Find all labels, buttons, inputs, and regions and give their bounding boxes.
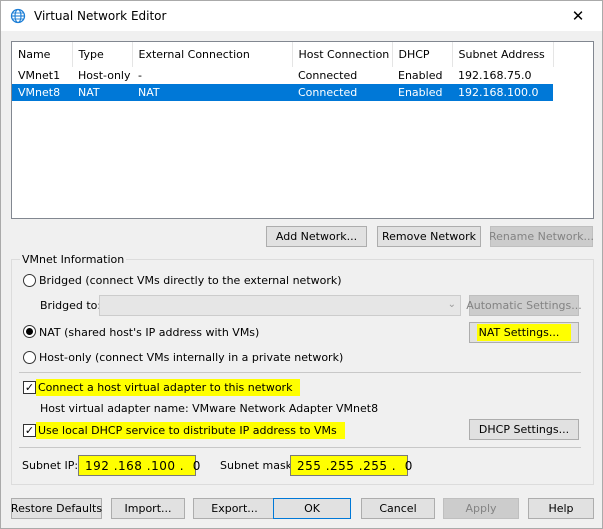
network-row-vmnet1[interactable]: VMnet1 Host-only - Connected Enabled 192… [12, 67, 553, 84]
use-dhcp-checkbox[interactable]: ✓ [23, 424, 36, 437]
network-globe-icon [10, 8, 26, 24]
cell-name: VMnet1 [18, 69, 61, 82]
bridged-label[interactable]: Bridged (connect VMs directly to the ext… [39, 274, 342, 287]
separator [19, 447, 581, 448]
chevron-down-icon: ⌄ [447, 299, 456, 310]
restore-defaults-button[interactable]: Restore Defaults [11, 498, 102, 519]
column-header-type[interactable]: Type [72, 42, 133, 67]
nat-settings-button[interactable]: NAT Settings... [469, 322, 579, 343]
use-dhcp-label[interactable]: Use local DHCP service to distribute IP … [36, 422, 345, 439]
cell-type: NAT [72, 84, 132, 101]
network-row-vmnet8[interactable]: VMnet8 NAT NAT Connected Enabled 192.168… [12, 84, 553, 101]
export-button[interactable]: Export... [193, 498, 276, 519]
cell-dhcp: Enabled [398, 69, 443, 82]
add-network-button[interactable]: Add Network... [266, 226, 367, 247]
separator [19, 372, 581, 373]
remove-network-button[interactable]: Remove Network [377, 226, 481, 247]
cell-external: - [138, 69, 142, 82]
window-title: Virtual Network Editor [34, 9, 167, 23]
host-only-radio[interactable] [23, 351, 36, 364]
column-header-host-connection[interactable]: Host Connection [292, 42, 393, 67]
subnet-ip-input[interactable]: 192 .168 .100 . 0 [78, 455, 200, 476]
cell-name: VMnet8 [12, 84, 72, 101]
network-list[interactable]: Name Type External Connection Host Conne… [11, 41, 594, 219]
column-header-external-connection[interactable]: External Connection [132, 42, 293, 67]
nat-label[interactable]: NAT (shared host's IP address with VMs) [39, 326, 259, 339]
cancel-button[interactable]: Cancel [361, 498, 435, 519]
bridged-radio[interactable] [23, 274, 36, 287]
cell-subnet: 192.168.75.0 [458, 69, 532, 82]
apply-button[interactable]: Apply [443, 498, 519, 519]
cell-host: Connected [298, 69, 358, 82]
cell-subnet: 192.168.100.0 [452, 84, 553, 101]
close-icon: ✕ [571, 7, 585, 25]
column-header-name[interactable]: Name [12, 42, 73, 67]
adapter-name-text: Host virtual adapter name: VMware Networ… [40, 402, 379, 415]
dhcp-settings-button[interactable]: DHCP Settings... [469, 419, 579, 440]
cell-type: Host-only [78, 69, 131, 82]
help-button[interactable]: Help [528, 498, 594, 519]
automatic-settings-button[interactable]: Automatic Settings... [466, 295, 582, 316]
connect-adapter-label[interactable]: Connect a host virtual adapter to this n… [36, 379, 301, 396]
close-button[interactable]: ✕ [556, 1, 600, 31]
host-only-label[interactable]: Host-only (connect VMs internally in a p… [39, 351, 343, 364]
virtual-network-editor-window: Virtual Network Editor ✕ Name Type Exter… [0, 0, 603, 529]
ok-button[interactable]: OK [273, 498, 351, 519]
connect-adapter-checkbox[interactable]: ✓ [23, 381, 36, 394]
bridged-to-select[interactable]: ⌄ [99, 295, 461, 316]
nat-radio[interactable] [23, 325, 36, 338]
nat-settings-label: NAT Settings... [476, 324, 572, 341]
column-header-dhcp[interactable]: DHCP [392, 42, 453, 67]
column-header-subnet-address[interactable]: Subnet Address [452, 42, 554, 67]
cell-host: Connected [292, 84, 392, 101]
rename-network-button[interactable]: Rename Network... [489, 226, 594, 247]
list-header-row: Name Type External Connection Host Conne… [12, 42, 554, 67]
title-bar: Virtual Network Editor ✕ [1, 1, 602, 31]
import-button[interactable]: Import... [111, 498, 185, 519]
subnet-mask-input[interactable]: 255 .255 .255 . 0 [290, 455, 412, 476]
subnet-ip-label: Subnet IP: [22, 459, 79, 472]
subnet-mask-label: Subnet mask: [220, 459, 296, 472]
cell-external: NAT [132, 84, 292, 101]
cell-dhcp: Enabled [392, 84, 452, 101]
bridged-to-label: Bridged to: [40, 299, 102, 312]
vmnet-information-label: VMnet Information [20, 253, 127, 266]
